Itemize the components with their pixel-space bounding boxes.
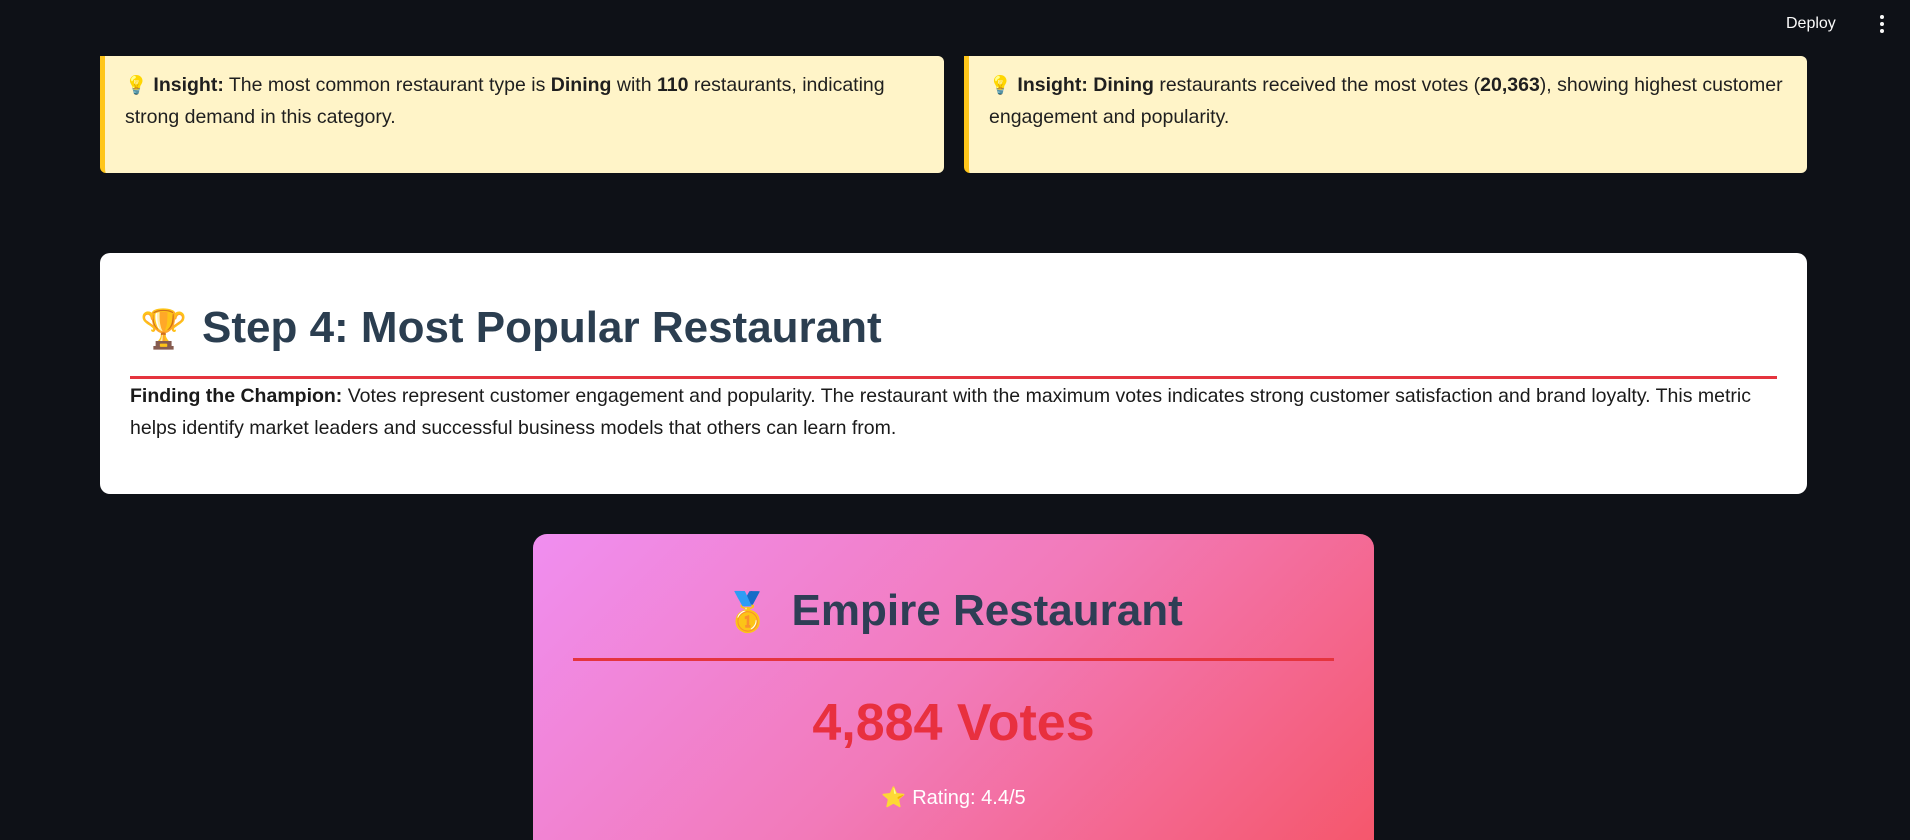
star-icon: ⭐	[881, 787, 907, 809]
champion-rating-text: Rating: 4.4/5	[912, 787, 1026, 809]
insight-highlight: Dining	[550, 74, 612, 96]
step-card	[100, 253, 1807, 494]
step-description: Finding the Champion: Votes represent cu…	[130, 380, 1775, 444]
more-vertical-icon[interactable]	[1870, 12, 1894, 36]
champion-divider	[573, 658, 1334, 661]
lightbulb-icon: 💡	[989, 75, 1012, 95]
deploy-button[interactable]: Deploy	[1780, 12, 1842, 36]
medal-icon: 🥇	[724, 592, 772, 634]
insight-prefix: Insight:	[153, 74, 224, 96]
insight-prefix: Insight:	[1017, 74, 1088, 96]
champion-name: 🥇 Empire Restaurant	[533, 576, 1374, 646]
insight-highlight: Dining	[1093, 74, 1154, 96]
insight-highlight: 20,363	[1480, 74, 1540, 96]
insight-text: The most common restaurant type is	[223, 74, 551, 96]
insight-card-votes: 💡 Insight: Dining restaurants received th…	[964, 56, 1807, 173]
step-divider	[130, 376, 1777, 379]
champion-rating: ⭐ Rating: 4.4/5	[533, 780, 1374, 816]
menu-dot	[1880, 22, 1884, 26]
menu-dot	[1880, 29, 1884, 33]
step-description-label: Finding the Champion:	[130, 385, 343, 407]
step-title-text: Step 4: Most Popular Restaurant	[202, 303, 882, 352]
trophy-icon: 🏆	[140, 309, 188, 351]
champion-votes: 4,884 Votes	[812, 694, 1095, 752]
insight-highlight: 110	[656, 74, 689, 96]
insight-text: with	[611, 74, 657, 96]
menu-dot	[1880, 15, 1884, 19]
step-description-text: Votes represent customer engagement and …	[130, 385, 1751, 439]
lightbulb-icon: 💡	[125, 75, 148, 95]
app-header: Deploy	[0, 0, 1910, 48]
insight-card-restaurant-type: 💡 Insight: The most common restaurant typ…	[100, 56, 944, 173]
insight-text: restaurants received the most votes (	[1153, 74, 1481, 96]
champion-name-text: Empire Restaurant	[791, 586, 1183, 635]
step-title: 🏆 Step 4: Most Popular Restaurant	[140, 295, 882, 361]
